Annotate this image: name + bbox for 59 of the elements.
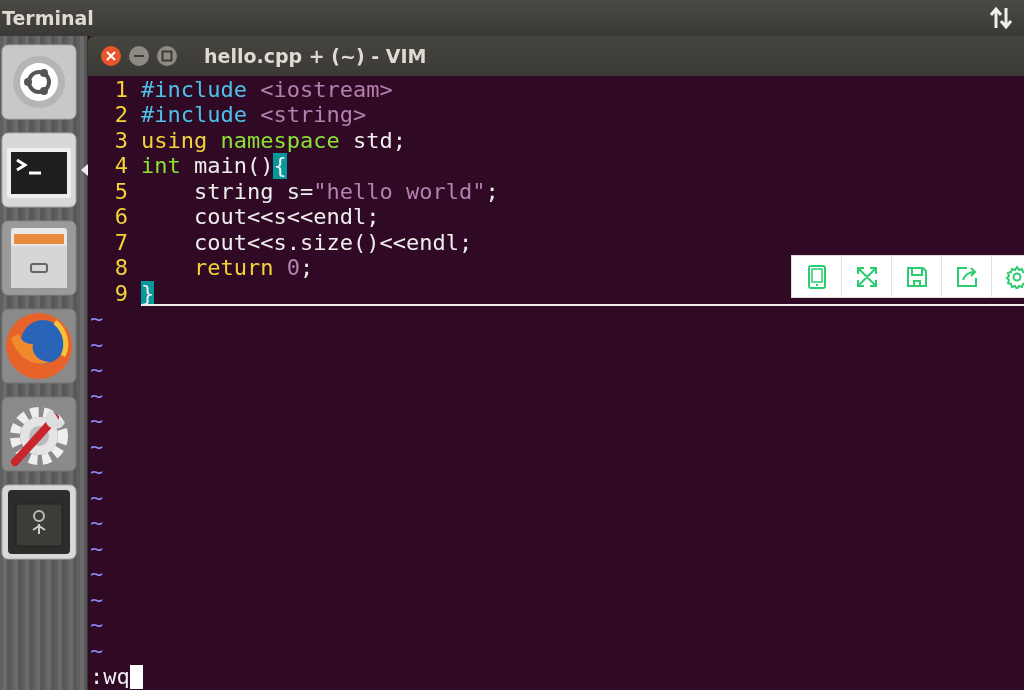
- line-number: 2: [113, 102, 129, 128]
- code-text: ;: [485, 178, 499, 205]
- share-icon: [954, 264, 979, 289]
- maximize-icon[interactable]: [156, 44, 178, 67]
- code-text: int: [141, 153, 181, 179]
- expand-arrows-icon: [854, 264, 879, 289]
- terminal-launcher-icon[interactable]: [1, 132, 77, 208]
- empty-line-marker: ~: [89, 586, 105, 613]
- code-text: std;: [351, 127, 406, 154]
- line-number: 3: [113, 127, 129, 154]
- safe-launcher-icon[interactable]: [1, 484, 77, 560]
- empty-line-marker: ~: [89, 331, 105, 358]
- ubuntu-launcher-icon[interactable]: [1, 44, 77, 120]
- code-text: <iostream>: [259, 76, 393, 103]
- code-text: main(): [193, 153, 274, 179]
- empty-line-marker: ~: [89, 382, 105, 409]
- app-title: Terminal: [2, 7, 94, 29]
- code-text: return: [192, 255, 274, 281]
- empty-line-marker: ~: [89, 433, 105, 460]
- window-title: hello.cpp + (~) - VIM: [204, 44, 427, 67]
- line-number: 8: [113, 255, 129, 281]
- text-cursor: [129, 664, 143, 689]
- code-text: ;: [299, 255, 314, 281]
- line-number: 7: [113, 229, 129, 256]
- empty-line-marker: ~: [89, 408, 105, 434]
- firefox-launcher-icon[interactable]: [1, 308, 77, 384]
- close-icon[interactable]: [100, 44, 122, 67]
- network-arrows-icon[interactable]: [988, 6, 1014, 30]
- line-number: 1: [113, 76, 129, 103]
- empty-line-marker: ~: [89, 535, 105, 562]
- empty-line-marker: ~: [89, 637, 105, 664]
- empty-line-marker: ~: [89, 612, 105, 638]
- files-launcher-icon[interactable]: [1, 220, 77, 296]
- code-text: #include: [141, 102, 247, 128]
- code-text: #include: [141, 76, 247, 103]
- empty-line-marker: ~: [89, 484, 105, 511]
- code-text: string s=: [192, 178, 314, 205]
- minimize-icon[interactable]: [128, 44, 150, 67]
- empty-line-marker: ~: [89, 357, 105, 383]
- code-text: using: [141, 127, 208, 154]
- code-text: cout<<s<<endl;: [192, 204, 380, 230]
- line-number: 5: [113, 178, 129, 205]
- code-text: cout<<s.size()<<endl;: [192, 229, 473, 256]
- matched-bracket: {: [273, 153, 287, 179]
- empty-line-marker: ~: [89, 306, 105, 332]
- empty-line-marker: ~: [89, 561, 105, 587]
- line-number: 9: [113, 280, 129, 307]
- tablet-icon: [805, 263, 828, 290]
- code-text: <string>: [259, 102, 367, 128]
- settings-icon: [1004, 264, 1024, 289]
- empty-line-marker: ~: [89, 510, 105, 536]
- settings-launcher-icon[interactable]: [1, 396, 77, 472]
- command-line[interactable]: :wq: [90, 664, 130, 690]
- code-text: 0: [285, 255, 300, 281]
- code-text: "hello world": [313, 178, 486, 205]
- empty-line-marker: ~: [89, 459, 105, 485]
- code-text: namespace: [219, 127, 340, 154]
- line-number: 4: [113, 153, 129, 179]
- line-number: 6: [113, 204, 129, 230]
